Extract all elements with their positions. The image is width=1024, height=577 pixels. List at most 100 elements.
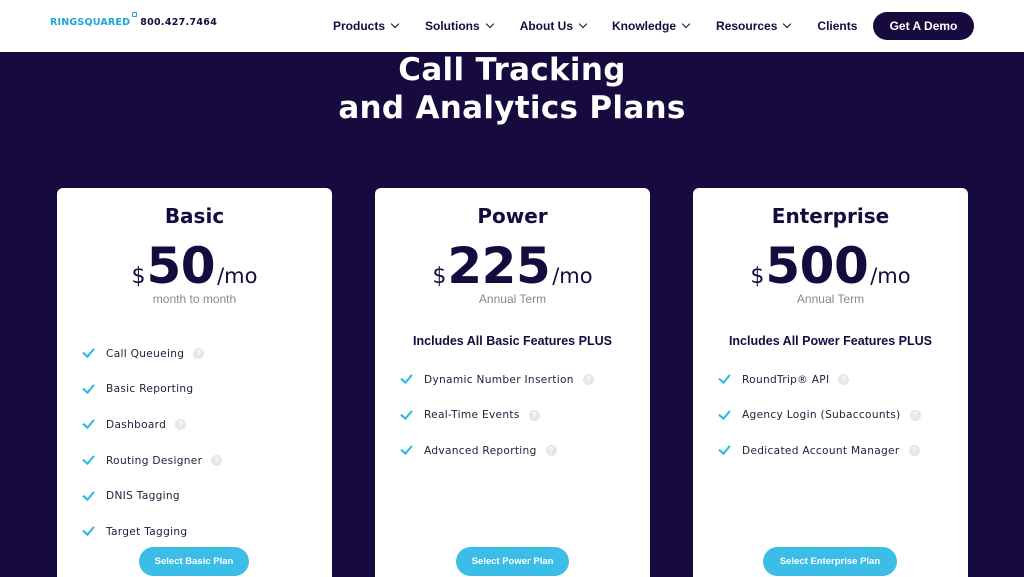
feature-label: Call Queueing [106,347,185,360]
help-icon[interactable]: ? [545,445,557,457]
price-period: /mo [552,264,593,288]
plan-price: $ 50 /mo [57,238,332,294]
nav-item-products[interactable]: Products [333,19,400,33]
help-icon[interactable]: ? [528,409,540,421]
price-period: /mo [217,264,258,288]
checkmark-icon [718,406,731,420]
phone-number[interactable]: 800.427.7464 [140,17,217,28]
feature-item: RoundTrip® API? [718,362,921,398]
plan-term: month to month [152,292,237,306]
plan-term: Annual Term [796,292,865,306]
logo-text: RINGSQUARED [50,12,138,28]
price-amount: 500 [765,237,869,295]
nav-item-clients[interactable]: Clients [817,19,857,33]
feature-list: Call Queueing? Basic Reporting Dashboard… [82,336,223,550]
feature-label: Dedicated Account Manager [742,444,900,457]
feature-item: Dynamic Number Insertion? [400,362,594,398]
help-icon[interactable]: ? [909,409,921,421]
nav-label: Resources [716,19,778,33]
checkmark-icon [400,406,413,420]
checkmark-icon [82,487,95,501]
feature-item: Target Tagging [82,514,222,550]
nav-label: About Us [519,19,574,33]
help-icon[interactable]: ? [211,455,223,467]
checkmark-icon [400,371,413,385]
feature-item: Advanced Reporting? [400,433,594,469]
nav-label: Products [333,19,386,33]
chevron-down-icon [681,19,691,29]
feature-label: Dynamic Number Insertion [424,373,574,386]
checkmark-icon [718,371,731,385]
site-header: RINGSQUARED 800.427.7464 Products Soluti… [0,0,1024,52]
feature-label: Target Tagging [106,525,188,538]
feature-label: Routing Designer [106,454,203,467]
checkmark-icon [82,523,95,537]
plan-price: $ 225 /mo [375,238,650,294]
nav-item-resources[interactable]: Resources [716,19,792,33]
nav-label: Clients [817,19,858,33]
help-icon[interactable]: ? [582,374,594,386]
feature-item: Call Queueing? [82,336,222,372]
logo[interactable]: RINGSQUARED 800.427.7464 [50,12,217,28]
checkmark-icon [400,442,413,456]
get-a-demo-button[interactable]: Get A Demo [873,12,974,40]
feature-item: Real-Time Events? [400,398,594,434]
price-currency: $ [432,264,447,289]
chevron-down-icon [578,19,588,29]
plan-card-enterprise: Enterprise $ 500 /mo Annual Term Include… [693,188,968,577]
checkmark-icon [82,452,95,466]
feature-item: Routing Designer? [82,443,223,479]
feature-item: DNIS Tagging [82,478,222,514]
feature-label: DNIS Tagging [106,490,180,503]
price-amount: 225 [447,237,551,295]
chevron-down-icon [783,19,792,29]
feature-list: RoundTrip® API? Agency Login (Subaccount… [718,362,921,469]
feature-label: Dashboard [106,418,167,431]
checkmark-icon [82,416,95,430]
help-icon[interactable]: ? [175,419,187,431]
title-line-1: Call Tracking [398,52,626,88]
feature-item: Dashboard? [82,407,222,443]
price-period: /mo [870,264,911,288]
nav-item-about-us[interactable]: About Us [519,19,588,33]
checkmark-icon [82,380,95,394]
price-amount: 50 [146,237,216,295]
nav-label: Solutions [425,19,480,33]
chevron-down-icon [390,19,400,29]
select-enterprise-plan-button[interactable]: Select Enterprise Plan [763,547,897,576]
plan-name: Enterprise [771,204,890,228]
feature-label: Basic Reporting [106,383,194,396]
select-basic-plan-button[interactable]: Select Basic Plan [139,547,249,576]
price-currency: $ [131,264,146,289]
feature-label: RoundTrip® API [742,373,830,386]
plan-name: Basic [164,204,225,228]
help-icon[interactable]: ? [193,348,205,360]
checkmark-icon [82,345,95,359]
chevron-down-icon [485,19,494,29]
select-power-plan-button[interactable]: Select Power Plan [456,547,569,576]
title-line-2: and Analytics Plans [338,90,686,126]
plan-card-basic: Basic $ 50 /mo month to month Call Queue… [57,188,332,577]
main-nav: Products Solutions About Us Knowledge Re… [333,0,857,52]
feature-label: Advanced Reporting [424,444,537,457]
nav-item-solutions[interactable]: Solutions [425,19,494,33]
includes-heading: Includes All Basic Features PLUS [413,334,612,348]
page-title: Call Tracking and Analytics Plans [0,51,1024,127]
plan-price: $ 500 /mo [693,238,968,294]
includes-heading: Includes All Power Features PLUS [728,334,933,348]
feature-label: Agency Login (Subaccounts) [742,409,901,422]
plan-term: Annual Term [478,292,547,306]
feature-item: Dedicated Account Manager? [718,433,921,469]
feature-list: Dynamic Number Insertion? Real-Time Even… [400,362,594,469]
feature-item: Basic Reporting [82,372,222,408]
price-currency: $ [750,264,765,289]
logo-mark-icon [132,12,138,17]
feature-item: Agency Login (Subaccounts)? [718,398,921,434]
nav-item-knowledge[interactable]: Knowledge [612,19,691,33]
help-icon[interactable]: ? [838,374,850,386]
help-icon[interactable]: ? [908,445,920,457]
plan-card-power: Power $ 225 /mo Annual Term Includes All… [375,188,650,577]
checkmark-icon [718,442,731,456]
nav-label: Knowledge [612,19,677,33]
feature-label: Real-Time Events [424,409,520,422]
